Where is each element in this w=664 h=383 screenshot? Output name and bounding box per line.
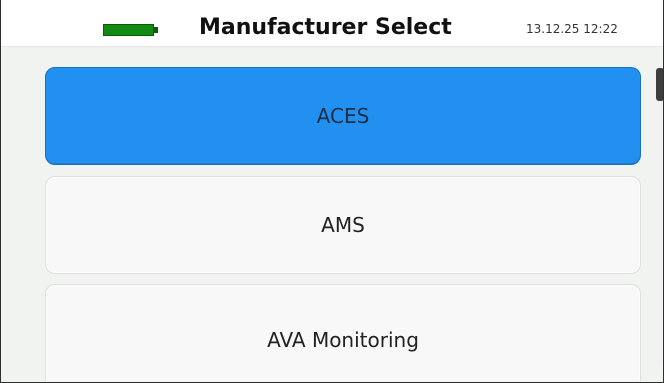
manufacturer-item-ams[interactable]: AMS [45,176,641,274]
manufacturer-item-ava-monitoring[interactable]: AVA Monitoring [45,284,641,381]
manufacturer-select-screen: Manufacturer Select 13.12.25 12:22 ACES … [0,0,664,383]
manufacturer-item-label: AMS [321,213,365,237]
battery-icon [103,24,154,36]
manufacturer-item-aces[interactable]: ACES [45,67,641,165]
manufacturer-list: ACES AMS AVA Monitoring [1,47,663,381]
manufacturer-item-label: AVA Monitoring [267,328,419,352]
battery-tip-icon [154,27,158,33]
scrollbar-track[interactable] [654,72,663,364]
manufacturer-item-label: ACES [316,104,370,128]
date-time: 13.12.25 12:22 [526,22,618,36]
header-bar: Manufacturer Select 13.12.25 12:22 [1,0,663,47]
page-title: Manufacturer Select [199,15,452,40]
